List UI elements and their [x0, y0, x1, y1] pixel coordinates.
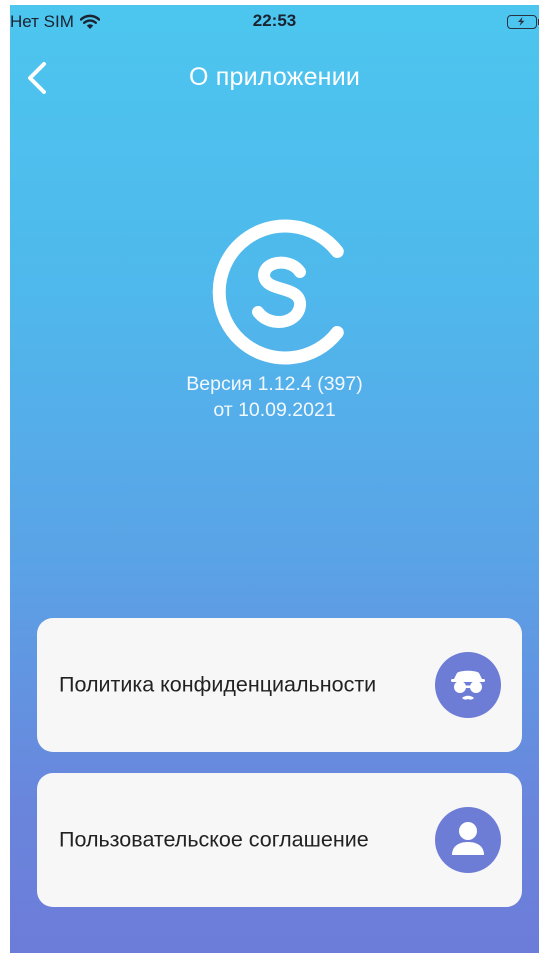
incognito-glasses-icon	[435, 652, 501, 718]
user-agreement-item[interactable]: Пользовательское соглашение	[37, 773, 522, 907]
user-agreement-label: Пользовательское соглашение	[59, 827, 369, 852]
status-bar: Нет SIM 22:53	[10, 5, 539, 39]
privacy-policy-item[interactable]: Политика конфиденциальности	[37, 618, 522, 752]
battery-charging-icon	[507, 15, 539, 29]
version-label: Версия 1.12.4 (397)	[186, 373, 363, 395]
about-screen: Нет SIM 22:53 О приложении Версия 1.12.4…	[10, 5, 539, 953]
user-icon	[435, 807, 501, 873]
page-title: О приложении	[188, 63, 361, 91]
status-time: 22:53	[252, 11, 297, 30]
navigation-bar: О приложении	[10, 55, 539, 101]
app-logo-icon	[212, 219, 344, 365]
privacy-policy-label: Политика конфиденциальности	[59, 672, 377, 697]
build-date-label: от 10.09.2021	[213, 399, 336, 421]
version-info: Версия 1.12.4 (397) от 10.09.2021	[10, 371, 539, 423]
